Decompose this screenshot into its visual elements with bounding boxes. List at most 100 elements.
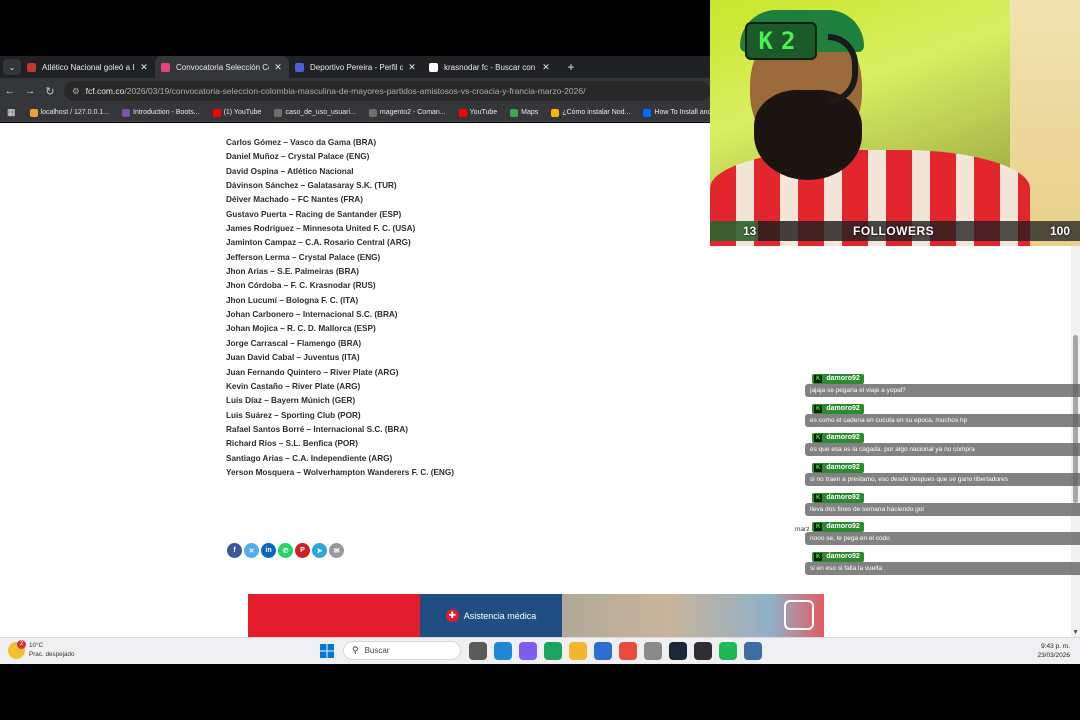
chat-message: Kdamoro92 si no traen a prestamo, eso des… [805, 463, 1080, 493]
browser-tab[interactable]: Atlético Nacional goleó a Inter ✕ [21, 56, 155, 78]
chat-username: Kdamoro92 [812, 433, 864, 444]
player-list-item: Johan Carbonero – Internacional S.C. (BR… [226, 310, 398, 320]
chat-username-text: damoro92 [826, 523, 860, 531]
browser-tab[interactable]: krasnodar fc - Buscar con Goog ✕ [423, 56, 557, 78]
bookmark-favicon-icon [29, 108, 38, 117]
bookmark-label: Introduction - Boots... [133, 109, 200, 116]
snipping-icon[interactable] [644, 641, 662, 660]
bookmark-favicon-icon [212, 108, 221, 117]
player-list-item: Gustavo Puerta – Racing de Santander (ES… [226, 209, 402, 219]
scroll-down-icon[interactable]: ▼ [1072, 629, 1079, 636]
search-icon: ⚲ [352, 645, 359, 655]
bookmark-item[interactable]: Introduction - Boots... [122, 108, 200, 117]
x-icon[interactable]: ✕ [244, 543, 259, 558]
player-list-item: Richard Ríos – S.L. Benfica (POR) [226, 439, 358, 449]
chat-message: Kdamoro92 lleva dos fines de semana hacie… [805, 492, 1080, 523]
back-icon[interactable]: ← [0, 85, 20, 97]
tab-search-button[interactable]: ⌄ [3, 59, 21, 75]
store-icon[interactable] [594, 641, 612, 660]
player-list-item: Yerson Mosquera – Wolverhampton Wanderer… [226, 467, 454, 477]
tab-label: krasnodar fc - Buscar con Goog [444, 62, 537, 72]
chat-message: Kdamoro92 si en eso si falla la vuelta [805, 552, 1080, 582]
email-icon[interactable]: ✉ [329, 543, 344, 558]
tab-favicon-icon [429, 62, 438, 72]
kick-badge-icon: K [814, 375, 823, 383]
chat-username: Kdamoro92 [812, 463, 864, 474]
bookmark-item[interactable]: caso_de_uso_usuari... [274, 108, 356, 117]
bookmark-item[interactable]: localhost / 127.0.0.1... [29, 108, 109, 117]
bookmark-label: Maps [521, 109, 539, 116]
site-info-icon[interactable]: ⚙ [72, 86, 80, 97]
bookmark-favicon-icon [551, 108, 560, 117]
player-list-item: Rafael Santos Borré – Internacional S.C.… [226, 424, 408, 434]
close-tab-icon[interactable]: ✕ [139, 62, 149, 73]
chat-username-text: damoro92 [826, 493, 860, 501]
telegram-icon[interactable]: ➤ [312, 543, 327, 558]
explorer-icon[interactable] [569, 641, 587, 660]
weather-sun-icon: 2 [8, 639, 26, 659]
files-icon[interactable] [469, 641, 487, 660]
copilot-icon[interactable] [519, 641, 537, 660]
letterbox-bottom [0, 664, 1080, 720]
vscode-icon[interactable] [494, 641, 512, 660]
followers-goal: 100 [1049, 224, 1070, 238]
spotify-icon[interactable] [719, 641, 737, 660]
kick-badge-icon: K [814, 434, 823, 443]
followers-count: 13 [743, 224, 757, 238]
bookmark-item[interactable]: (1) YouTube [212, 108, 262, 117]
chat-username: Kdamoro92 [812, 374, 864, 384]
tab-label: Deportivo Pereira - Perfil del clu [310, 62, 403, 72]
bookmark-item[interactable]: How To Install and... [643, 108, 710, 117]
steam-icon[interactable] [669, 641, 687, 660]
windows-start-icon[interactable] [318, 642, 336, 660]
taskbar-search[interactable]: ⚲ Buscar [343, 641, 461, 660]
weather-widget[interactable]: 2 10°C Prac. despejado [8, 639, 75, 659]
medical-cross-icon: ✚ [445, 609, 459, 622]
player-list-item: Jorge Carrascal – Flamengo (BRA) [226, 338, 362, 348]
calculator-icon[interactable] [744, 641, 762, 660]
pinterest-icon[interactable]: P [295, 543, 310, 558]
chat-message-text: lleva dos fines de semana haciendo gol [805, 502, 1080, 516]
chrome-icon[interactable] [619, 641, 637, 660]
apps-grid-icon[interactable]: ▦ [7, 107, 16, 118]
bookmark-favicon-icon [643, 108, 652, 117]
bookmark-item[interactable]: ¿Cómo instalar Nod... [551, 108, 630, 117]
bookmark-item[interactable]: Maps [510, 108, 539, 117]
linkedin-icon[interactable]: in [261, 543, 276, 558]
chat-message: Kdamoro92 jajaja se pegaria el viaje a yo… [805, 374, 1080, 404]
bookmark-item[interactable]: magento2 - Coman... [368, 108, 446, 117]
close-tab-icon[interactable]: ✕ [407, 62, 417, 73]
browser-tab[interactable]: Deportivo Pereira - Perfil del clu ✕ [289, 56, 423, 78]
screen: ⌄ Atlético Nacional goleó a Inter✕Convoc… [0, 0, 1080, 720]
taskbar: 2 10°C Prac. despejado ⚲ Buscar 9:43 p. … [0, 637, 1080, 664]
new-tab-button[interactable]: + [563, 60, 579, 74]
chat-username-text: damoro92 [826, 404, 860, 412]
player-list-item: Kevin Castaño – River Plate (ARG) [226, 381, 361, 391]
obs-icon[interactable] [694, 641, 712, 660]
banner-image [562, 594, 824, 637]
bookmark-label: How To Install and... [654, 109, 710, 116]
facebook-icon[interactable]: f [227, 543, 242, 558]
weather-temp: 10°C [29, 642, 44, 649]
chat-username-text: damoro92 [826, 375, 860, 382]
weather-badge: 2 [17, 639, 26, 649]
bookmark-label: (1) YouTube [223, 109, 262, 116]
bookmark-item[interactable]: YouTube [458, 108, 497, 117]
browser-tab[interactable]: Convocatoria Selección Colomb ✕ [155, 56, 289, 78]
url-input[interactable]: ⚙ fcf.com.co /2026/03/19/convocatoria-se… [64, 81, 710, 101]
close-tab-icon[interactable]: ✕ [273, 62, 283, 73]
close-tab-icon[interactable]: ✕ [541, 62, 551, 73]
whatsapp-icon[interactable]: ✆ [278, 543, 293, 558]
player-list-item: Carlos Gómez – Vasco da Gama (BRA) [226, 138, 377, 147]
player-list-item: Juan David Cabal – Juventus (ITA) [226, 353, 360, 363]
system-clock[interactable]: 9:43 p. m. 23/03/2026 [1037, 642, 1070, 660]
tab-label: Atlético Nacional goleó a Inter [42, 62, 135, 72]
chat-username-text: damoro92 [826, 464, 860, 472]
share-buttons: f ✕ in ✆ P ➤ ✉ [227, 543, 346, 558]
forward-icon[interactable]: → [20, 85, 40, 97]
kick-badge-icon: K [814, 464, 823, 473]
address-bar-row: ← → ↻ ⚙ fcf.com.co /2026/03/19/convocato… [0, 78, 710, 104]
ad-banner[interactable]: ✚ Asistencia médica [248, 594, 824, 637]
edge-icon[interactable] [544, 641, 562, 660]
reload-icon[interactable]: ↻ [40, 85, 60, 98]
